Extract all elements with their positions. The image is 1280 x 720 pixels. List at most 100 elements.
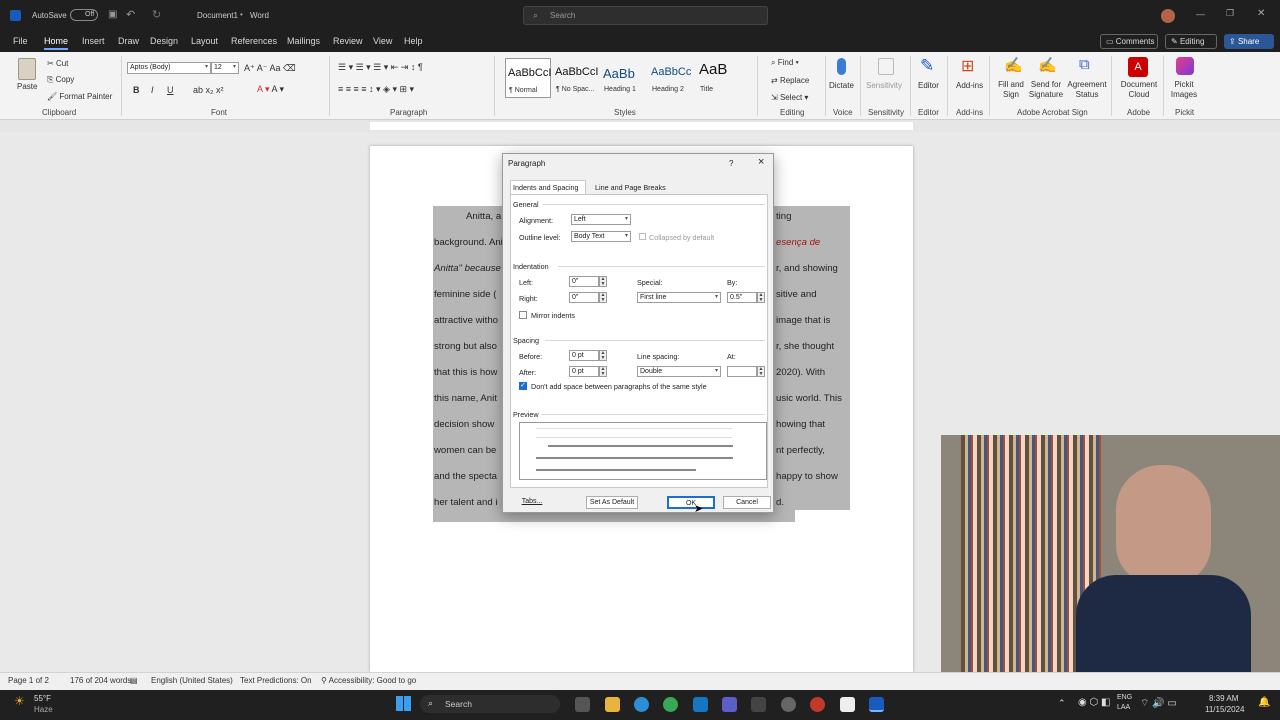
by-input[interactable]: 0.5" xyxy=(727,292,757,303)
chevron-up-icon[interactable]: ⌃ xyxy=(1058,698,1066,709)
addins-icon[interactable]: ⊞ xyxy=(961,56,974,76)
font-color-icon[interactable]: A ▾ A ▾ xyxy=(257,84,284,95)
language-top[interactable]: ENG xyxy=(1117,694,1132,701)
after-input[interactable]: 0 pt xyxy=(569,366,599,377)
pickit-icon[interactable] xyxy=(1176,57,1194,75)
teams-icon[interactable] xyxy=(722,697,737,712)
bullets-icon[interactable]: ☰ ▾ ☰ ▾ ☰ ▾ ⇤ ⇥ ↕ ¶ xyxy=(338,62,423,73)
right-indent-input[interactable]: 0" xyxy=(569,292,599,303)
document-cloud-button[interactable]: Document Cloud xyxy=(1118,80,1160,100)
special-select[interactable]: First line ▾ xyxy=(637,292,721,303)
tab-view[interactable]: View xyxy=(373,36,392,46)
share-button[interactable]: ⇪ Share xyxy=(1224,34,1274,49)
mirror-indents-checkbox[interactable] xyxy=(519,311,527,319)
line-spacing-select[interactable]: Double ▾ xyxy=(637,366,721,377)
help-icon[interactable]: ? xyxy=(729,159,733,168)
replace-button[interactable]: ⇄ Replace xyxy=(771,76,809,85)
fill-sign-button[interactable]: Fill and Sign xyxy=(998,80,1024,100)
word-count[interactable]: 176 of 204 words xyxy=(70,676,131,685)
language-status[interactable]: English (United States) xyxy=(151,676,233,685)
cancel-button[interactable]: Cancel xyxy=(723,496,771,509)
style-item[interactable]: AaB Title xyxy=(697,58,743,98)
paste-button[interactable]: Paste xyxy=(17,82,37,91)
dictate-button[interactable]: Dictate xyxy=(829,81,854,90)
app-icon[interactable] xyxy=(810,697,825,712)
send-signature-icon[interactable]: ✍ xyxy=(1038,56,1057,74)
style-item[interactable]: AaBbCc Heading 2 xyxy=(649,58,695,98)
windows-start-icon[interactable] xyxy=(396,696,411,711)
comments-button[interactable]: ▭ Comments xyxy=(1100,34,1158,49)
editor-icon[interactable]: ✎ xyxy=(920,56,934,76)
pickit-button[interactable]: Pickit Images xyxy=(1168,80,1200,100)
font-name-select[interactable]: Aptos (Body) ▾ xyxy=(127,62,211,74)
outline-level-select[interactable]: Body Text ▾ xyxy=(571,231,631,242)
at-input[interactable] xyxy=(727,366,757,377)
tab-help[interactable]: Help xyxy=(404,36,423,46)
before-spinner[interactable]: ▲ ▼ xyxy=(599,350,607,361)
by-spinner[interactable]: ▲ ▼ xyxy=(757,292,765,303)
taskbar-search[interactable]: ⌕ Search xyxy=(420,695,560,713)
ruler[interactable] xyxy=(0,120,1280,132)
app-icon[interactable] xyxy=(781,697,796,712)
tab-design[interactable]: Design xyxy=(150,36,178,46)
style-item[interactable]: AaBb Heading 1 xyxy=(601,58,647,98)
format-painter-button[interactable]: 🖌 Format Painter xyxy=(47,92,112,101)
tab-references[interactable]: References xyxy=(231,36,277,46)
search-box[interactable]: ⌕ Search xyxy=(523,6,768,25)
copy-button[interactable]: ⎘ Copy xyxy=(47,75,74,85)
file-explorer-icon[interactable] xyxy=(605,697,620,712)
font-size-select[interactable]: 12 ▾ xyxy=(211,62,239,74)
ok-button[interactable]: OK xyxy=(667,496,715,509)
tab-review[interactable]: Review xyxy=(333,36,363,46)
find-button[interactable]: ⌕ Find ▾ xyxy=(771,58,799,68)
strikethrough-icon[interactable]: ab x₂ x² xyxy=(193,85,224,95)
before-input[interactable]: 0 pt xyxy=(569,350,599,361)
clock-time[interactable]: 8:39 AM xyxy=(1209,694,1238,703)
proofing-icon[interactable]: ▤ xyxy=(130,676,138,685)
outlook-icon[interactable] xyxy=(693,697,708,712)
redo-icon[interactable]: ↻ xyxy=(152,8,161,21)
left-indent-input[interactable]: 0" xyxy=(569,276,599,287)
after-spinner[interactable]: ▲ ▼ xyxy=(599,366,607,377)
save-icon[interactable]: ▣ xyxy=(108,9,117,20)
minimize-icon[interactable]: — xyxy=(1196,9,1205,19)
acrobat-icon[interactable]: A xyxy=(1128,57,1148,77)
word-taskbar-icon[interactable] xyxy=(869,697,884,712)
edge-icon[interactable] xyxy=(634,697,649,712)
tab-insert[interactable]: Insert xyxy=(82,36,105,46)
weather-temp[interactable]: 55°F xyxy=(34,694,51,703)
autosave-toggle[interactable]: Off xyxy=(70,9,98,21)
wifi-icon[interactable]: ⌔ 🔊 ▭ xyxy=(1140,697,1177,710)
style-item[interactable]: AaBbCcI ¶ Normal xyxy=(505,58,551,98)
tab-draw[interactable]: Draw xyxy=(118,36,139,46)
paste-icon[interactable] xyxy=(18,58,36,80)
right-indent-spinner[interactable]: ▲ ▼ xyxy=(599,292,607,303)
cut-button[interactable]: ✂ Cut xyxy=(47,59,68,68)
at-spinner[interactable]: ▲ ▼ xyxy=(757,366,765,377)
microphone-icon[interactable] xyxy=(837,58,846,75)
style-item[interactable]: AaBbCcI ¶ No Spac... xyxy=(553,58,599,98)
close-icon[interactable]: × xyxy=(758,156,764,168)
tab-mailings[interactable]: Mailings xyxy=(287,36,320,46)
tray-icons[interactable]: ◉ ⬡ ◧ xyxy=(1078,697,1110,708)
chrome-icon[interactable] xyxy=(663,697,678,712)
editor-button[interactable]: Editor xyxy=(918,81,939,90)
editing-mode-button[interactable]: ✎ Editing xyxy=(1165,34,1217,49)
weather-icon[interactable]: ☀ xyxy=(14,694,25,708)
tab-file[interactable]: File xyxy=(13,36,28,46)
grow-font-icon[interactable]: A⁺ A⁻ Aa ⌫ xyxy=(244,63,296,74)
tab-layout[interactable]: Layout xyxy=(191,36,218,46)
tab-line-page-breaks[interactable]: Line and Page Breaks xyxy=(595,183,666,192)
notification-icon[interactable]: 🔔 xyxy=(1258,697,1270,708)
notion-icon[interactable] xyxy=(840,697,855,712)
maximize-icon[interactable]: ❐ xyxy=(1226,8,1234,19)
close-icon[interactable]: ✕ xyxy=(1257,8,1265,19)
underline-icon[interactable]: U xyxy=(167,85,174,95)
alignment-select[interactable]: Left ▾ xyxy=(571,214,631,225)
dont-add-space-checkbox[interactable]: ✓ xyxy=(519,382,527,390)
task-view-icon[interactable] xyxy=(575,697,590,712)
bold-icon[interactable]: B xyxy=(133,85,140,95)
left-indent-spinner[interactable]: ▲ ▼ xyxy=(599,276,607,287)
set-default-button[interactable]: Set As Default xyxy=(586,496,638,509)
align-icon[interactable]: ≡ ≡ ≡ ≡ ↕ ▾ ◈ ▾ ⊞ ▾ xyxy=(338,84,414,95)
